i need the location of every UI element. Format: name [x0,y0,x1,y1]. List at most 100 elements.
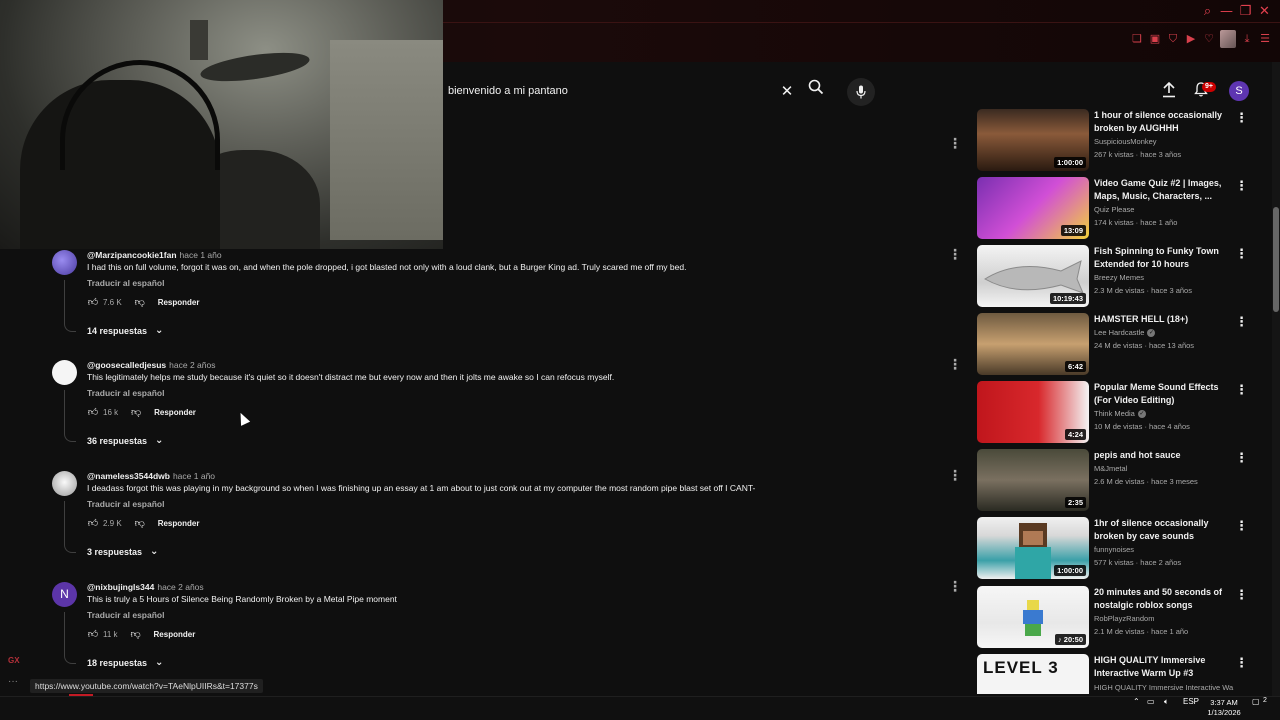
video-thumbnail[interactable]: 6:42 [977,313,1089,375]
account-avatar[interactable]: S [1229,81,1249,101]
dislike-icon[interactable]: 👎︎ [134,517,146,529]
video-title[interactable]: pepis and hot sauce [1094,449,1234,462]
page-scrollbar[interactable] [1272,62,1280,696]
recommended-video[interactable]: 6:42 HAMSTER HELL (18+) Lee Hardcastle ✓ … [977,313,1248,375]
dislike-icon[interactable]: 👎︎ [130,406,142,418]
video-thumbnail[interactable]: 13:09 [977,177,1089,239]
comment-action-menu-icon[interactable]: ⋮ [948,358,962,372]
comment-avatar[interactable] [52,360,77,385]
recommended-video[interactable]: ♪ 20:50 20 minutes and 50 seconds of nos… [977,586,1248,648]
channel-name[interactable]: M&Jmetal [1094,464,1127,473]
comment-time[interactable]: hace 2 años [169,360,215,370]
video-thumbnail[interactable]: 1:00:00 [977,109,1089,171]
dislike-icon[interactable]: 👎︎ [130,628,142,640]
like-icon[interactable]: 👍︎ [87,517,99,529]
comment-avatar[interactable] [52,471,77,496]
profile-icon[interactable] [1220,30,1236,48]
shield-icon[interactable]: ⛉ [1166,32,1180,46]
replies-toggle[interactable]: 3 respuestas ⌄ [87,546,158,557]
volume-icon[interactable]: 🔈︎ [1164,697,1169,707]
create-button[interactable] [1160,81,1178,100]
channel-name[interactable]: HIGH QUALITY Immersive Interactive Wa... [1094,683,1234,692]
replies-toggle[interactable]: 18 respuestas ⌄ [87,657,163,668]
maximize-icon[interactable]: ❐ [1238,4,1253,19]
video-thumbnail[interactable]: 10:19:43 [977,245,1089,307]
heart-icon[interactable]: ♡ [1202,32,1216,46]
recommended-video[interactable]: 4:24 Popular Meme Sound Effects (For Vid… [977,381,1248,443]
video-title[interactable]: 1 hour of silence occasionally broken by… [1094,109,1234,135]
reply-button[interactable]: Responder [158,519,200,528]
recommended-video[interactable]: LEVEL 3 HIGH QUALITY Immersive Interacti… [977,654,1248,694]
comment-action-menu-icon[interactable]: ⋮ [948,469,962,483]
tray-overflow-icon[interactable]: ⌃ [1133,697,1140,706]
video-title[interactable]: Popular Meme Sound Effects (For Video Ed… [1094,381,1234,407]
replies-toggle[interactable]: 36 respuestas ⌄ [87,435,163,446]
channel-name[interactable]: RobPlayzRandom [1094,614,1154,623]
clear-search-icon[interactable]: ✕ [774,82,800,100]
video-menu-icon[interactable]: ⋮ [1235,383,1248,398]
like-icon[interactable]: 👍︎ [87,628,99,640]
download-icon[interactable]: ⤓ [1240,32,1254,46]
recommended-video[interactable]: 1:00:00 1 hour of silence occasionally b… [977,109,1248,171]
search-box[interactable]: bienvenido a mi pantano ✕ [440,78,800,104]
minimize-icon[interactable]: — [1219,4,1234,19]
channel-name[interactable]: Quiz Please [1094,205,1134,214]
search-input[interactable]: bienvenido a mi pantano [440,85,774,97]
video-thumbnail[interactable]: ♪ 20:50 [977,586,1089,648]
translate-link[interactable]: Traducir al español [87,278,164,288]
recommended-video[interactable]: 13:09 Video Game Quiz #2 | Images, Maps,… [977,177,1248,239]
translate-link[interactable]: Traducir al español [87,610,164,620]
video-title[interactable]: Video Game Quiz #2 | Images, Maps, Music… [1094,177,1234,203]
comment-time[interactable]: hace 1 año [173,471,215,481]
recommended-video[interactable]: 2:35 pepis and hot sauce M&Jmetal 2.6 M … [977,449,1248,511]
channel-name[interactable]: Think Media ✓ [1094,409,1146,419]
comment-author[interactable]: @nixbujingls344 [87,582,154,592]
scrollbar-thumb[interactable] [1273,207,1279,312]
search-button[interactable] [803,79,829,103]
notification-center-icon[interactable]: ▢ [1252,697,1260,706]
more-icon[interactable]: ··· [8,676,18,687]
network-icon[interactable]: ▭ [1147,697,1155,706]
video-thumbnail[interactable]: 1:00:00 [977,517,1089,579]
channel-name[interactable]: Lee Hardcastle ✓ [1094,328,1156,338]
menu-icon[interactable]: ☰ [1258,32,1272,46]
gx-sidebar-logo-icon[interactable]: GX [8,656,20,665]
comment-author[interactable]: @Marzipancookie1fan [87,250,177,260]
play-icon[interactable]: ▶ [1184,32,1198,46]
comment-action-menu-icon[interactable]: ⋮ [948,248,962,262]
video-thumbnail[interactable]: LEVEL 3 [977,654,1089,694]
video-menu-icon[interactable]: ⋮ [1235,247,1248,262]
translate-link[interactable]: Traducir al español [87,388,164,398]
comment-avatar[interactable]: N [52,582,77,607]
video-menu-icon[interactable]: ⋮ [1235,588,1248,603]
reply-button[interactable]: Responder [154,630,196,639]
comment-avatar[interactable] [52,250,77,275]
video-title[interactable]: 20 minutes and 50 seconds of nostalgic r… [1094,586,1234,612]
video-menu-icon[interactable]: ⋮ [1235,179,1248,194]
language-indicator[interactable]: ESP [1183,697,1199,706]
channel-name[interactable]: funnynoises [1094,545,1134,554]
pin-icon[interactable]: ❏ [1130,32,1144,46]
reply-button[interactable]: Responder [154,408,196,417]
close-window-icon[interactable]: ✕ [1257,4,1272,19]
video-thumbnail[interactable]: 4:24 [977,381,1089,443]
comment-author[interactable]: @goosecalledjesus [87,360,166,370]
comment-action-menu-icon[interactable]: ⋮ [948,137,962,151]
video-title[interactable]: HAMSTER HELL (18+) [1094,313,1234,326]
like-icon[interactable]: 👍︎ [87,296,99,308]
video-thumbnail[interactable]: 2:35 [977,449,1089,511]
video-menu-icon[interactable]: ⋮ [1235,111,1248,126]
comment-time[interactable]: hace 2 años [157,582,203,592]
recommended-video[interactable]: 10:19:43 Fish Spinning to Funky Town Ext… [977,245,1248,307]
recommended-video[interactable]: 1:00:00 1hr of silence occasionally brok… [977,517,1248,579]
video-title[interactable]: 1hr of silence occasionally broken by ca… [1094,517,1234,543]
video-title[interactable]: Fish Spinning to Funky Town Extended for… [1094,245,1234,271]
replies-toggle[interactable]: 14 respuestas ⌄ [87,325,163,336]
video-menu-icon[interactable]: ⋮ [1235,656,1248,671]
comment-author[interactable]: @nameless3544dwb [87,471,170,481]
translate-link[interactable]: Traducir al español [87,499,164,509]
voice-search-button[interactable] [847,78,875,106]
reply-button[interactable]: Responder [158,298,200,307]
comment-time[interactable]: hace 1 año [180,250,222,260]
video-menu-icon[interactable]: ⋮ [1235,315,1248,330]
